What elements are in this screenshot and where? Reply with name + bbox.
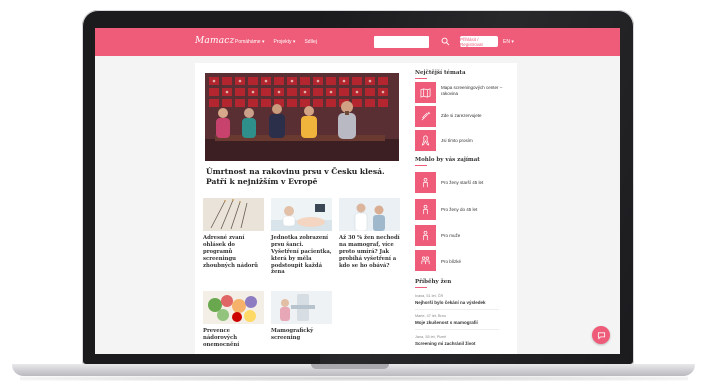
top-navbar: Mamacz Pomáháme ▾ Projekty ▾ Sdílej Přih… [95,28,620,56]
story-title[interactable]: Screening mi zachránil život [415,341,476,346]
sidebar-item-label[interactable]: Pro blízké [441,259,503,265]
sidebar-item-reservation[interactable] [415,106,436,127]
story-divider [415,329,499,330]
laptop-screen: Mamacz Pomáháme ▾ Projekty ▾ Sdílej Přih… [95,28,620,354]
sidebar-heading-popular: Nejčtější témata [415,70,466,76]
card-title[interactable]: Adresné zvaní ohlásek do programů screen… [203,235,264,269]
sidebar-item-map[interactable] [415,82,436,103]
story-meta: Ivana, 51 let, ČR [415,294,444,298]
card-image-acupuncture [203,198,264,231]
story-divider [415,309,499,310]
person-icon [423,177,428,188]
card-title[interactable]: Jednotka zobrazení prsu šanci. Vyšetření… [271,235,332,276]
nav-item-projekty[interactable]: Projekty ▾ [273,39,295,45]
laptop-shadow [20,376,688,381]
search-input[interactable] [374,36,429,48]
story-meta: Marie, 47 let, Brno [415,314,447,318]
sidebar-item-ribbon[interactable] [415,130,436,151]
article-card[interactable]: Adresné zvaní ohlásek do programů screen… [203,198,264,269]
hero-photo[interactable] [205,73,399,161]
card-image-mammography [271,291,332,324]
sidebar-heading-stories: Příběhy žen [415,279,452,285]
sidebar-divider [415,78,427,79]
person-icon [423,204,428,215]
sidebar-item-relatives[interactable] [415,250,436,271]
sidebar-item-label[interactable]: Pro muže [441,233,503,239]
main-menu: Pomáháme ▾ Projekty ▾ Sdílej [235,39,317,45]
people-icon [421,256,430,265]
article-card[interactable]: Až 30 % žen nechodí na mamograf, více pr… [339,198,400,269]
card-title[interactable]: Mamografický screening [271,328,332,342]
language-switch[interactable]: EN ▾ [503,39,514,45]
story-title[interactable]: Nejhorší bylo čekání na výsledek [415,300,486,305]
map-icon [420,88,431,98]
nav-item-pomahame[interactable]: Pomáháme ▾ [235,39,264,45]
card-title[interactable]: Až 30 % žen nechodí na mamograf, více pr… [339,235,400,269]
login-button[interactable]: Přihlásit / Registrovat [460,36,498,47]
laptop-notch [311,364,389,369]
sidebar-item-men[interactable] [415,225,436,246]
sidebar-item-women-under45[interactable] [415,199,436,220]
sidebar-item-label[interactable]: Pro ženy starší 45 let [441,180,503,186]
sidebar-heading-interest: Mohlo by vás zajímat [415,157,480,163]
article-card[interactable]: Jednotka zobrazení prsu šanci. Vyšetření… [271,198,332,276]
story-title[interactable]: Moje zkušenost s mamografií [415,320,478,325]
sidebar-divider [415,165,427,166]
syringe-icon [421,111,431,121]
site-logo[interactable]: Mamacz [195,36,234,46]
article-card[interactable]: Mamografický screening [271,291,332,342]
article-card[interactable]: Prevence nádorových onemocnění [203,291,264,349]
hero-article-title[interactable]: Úmrtnost na rakovinu prsu v Česku klesá.… [206,167,400,188]
ribbon-icon [421,135,430,146]
search-icon[interactable] [441,37,450,46]
sidebar-item-women-over45[interactable] [415,172,436,193]
nav-item-sdilej[interactable]: Sdílej [304,39,317,45]
sidebar-item-label[interactable]: Pro ženy do 45 let [441,207,503,213]
sidebar-item-label[interactable]: Jsi tímto prosím [441,138,503,144]
chat-button[interactable] [592,326,610,344]
story-meta: Jana, 55 let, Plzeň [415,335,447,339]
card-image-consultation [339,198,400,231]
card-image-vegetables [203,291,264,324]
person-icon [423,230,428,241]
sidebar-item-label[interactable]: Zde si zarezervujete [441,113,503,119]
chat-icon [597,331,605,340]
sidebar-divider [415,287,427,288]
card-title[interactable]: Prevence nádorových onemocnění [203,328,264,349]
card-image-ultrasound [271,198,332,231]
sidebar-item-label[interactable]: Mapa screeningových center – rakovina [441,85,503,97]
